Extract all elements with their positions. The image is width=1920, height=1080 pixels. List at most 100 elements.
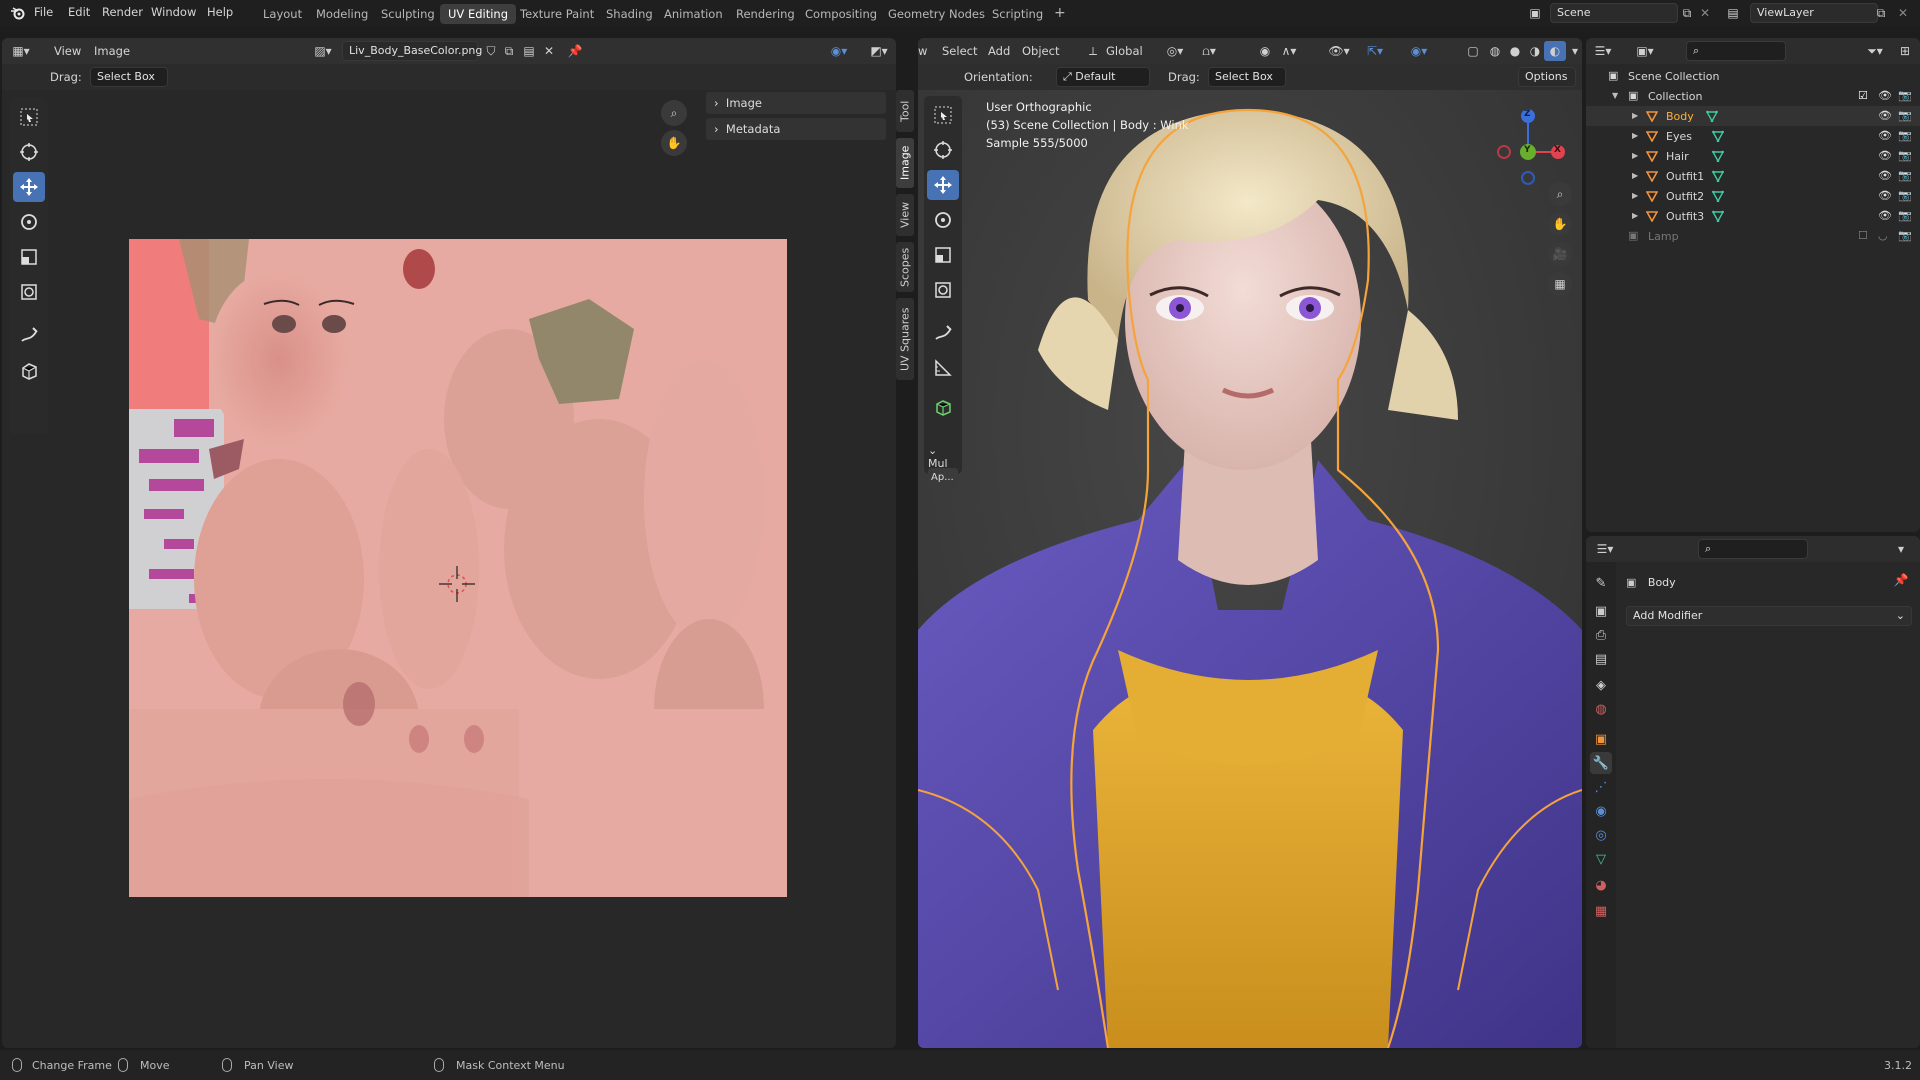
select-box-tool-icon[interactable] [13, 102, 45, 132]
panel-image[interactable]: › Image [706, 92, 886, 114]
tab-shading[interactable]: Shading [598, 4, 661, 24]
editor-type-icon[interactable]: ▦▾ [10, 41, 32, 61]
vp-select-box-tool-icon[interactable] [927, 100, 959, 130]
uv-menu-view[interactable]: View [54, 44, 81, 58]
lamp-checkbox-icon[interactable]: ☐ [1858, 229, 1868, 242]
image-name-field[interactable]: Liv_Body_BaseColor.png [342, 41, 482, 61]
visibility-icon[interactable]: 👁▾ [1328, 41, 1350, 61]
scene-selector-icon[interactable]: ▣ [1524, 3, 1546, 23]
properties-search-field[interactable]: ⌕ [1698, 539, 1808, 559]
mesh-data-icon[interactable] [1712, 190, 1724, 202]
properties-editor-type-icon[interactable]: ☰▾ [1594, 539, 1616, 559]
outliner-row-object[interactable]: ▶ Eyes 👁 📷 [1586, 126, 1920, 146]
menu-help[interactable]: Help [207, 5, 233, 19]
mesh-data-icon[interactable] [1712, 150, 1724, 162]
object-camera-icon[interactable]: 📷 [1898, 129, 1912, 142]
options-dropdown[interactable]: Options [1518, 67, 1576, 87]
outliner-row-collection[interactable]: ▼ ▣ Collection ☑ 👁 📷 [1586, 86, 1920, 106]
rendered-shading-icon[interactable]: ◐ [1544, 41, 1566, 61]
constraints-tab-icon[interactable]: ◎ [1590, 824, 1612, 846]
object-eye-icon[interactable]: 👁 [1878, 129, 1892, 142]
add-cube-tool-icon[interactable] [927, 392, 959, 422]
pin-icon[interactable]: 📌 [564, 41, 586, 61]
side-tab-image[interactable]: Image [896, 138, 914, 188]
expand-object-icon[interactable]: ▶ [1632, 171, 1638, 180]
viewport-overlays-icon[interactable]: ◉▾ [1408, 41, 1430, 61]
delete-scene-icon[interactable]: ✕ [1694, 3, 1716, 23]
delete-viewlayer-icon[interactable]: ✕ [1892, 3, 1914, 23]
snap-icon[interactable]: ⩍▾ [1198, 41, 1220, 61]
object-camera-icon[interactable]: 📷 [1898, 189, 1912, 202]
cursor-tool-icon[interactable] [13, 137, 45, 167]
new-viewlayer-icon[interactable]: ⧉ [1870, 3, 1892, 23]
tool-tab-icon[interactable]: ✎ [1590, 572, 1612, 594]
view-layer-tab-icon[interactable]: ▤ [1590, 648, 1612, 670]
world-tab-icon[interactable]: ◍ [1590, 698, 1612, 720]
mesh-data-icon[interactable] [1712, 130, 1724, 142]
object-eye-icon[interactable]: 👁 [1878, 169, 1892, 182]
object-tab-icon[interactable]: ▣ [1590, 728, 1612, 750]
add-workspace-button[interactable]: + [1046, 2, 1074, 22]
texture-tab-icon[interactable]: ▦ [1590, 900, 1612, 922]
add-modifier-button[interactable]: Add Modifier ⌄ [1626, 606, 1912, 626]
solid-shading-icon[interactable]: ● [1504, 41, 1526, 61]
physics-tab-icon[interactable]: ◉ [1590, 800, 1612, 822]
side-tab-uv-squares[interactable]: UV Squares [896, 298, 914, 380]
overlays-icon[interactable]: ◉▾ [828, 41, 850, 61]
expand-object-icon[interactable]: ▶ [1632, 151, 1638, 160]
tab-texture-paint[interactable]: Texture Paint [512, 4, 602, 24]
tab-scripting[interactable]: Scripting [984, 4, 1051, 24]
duplicate-image-icon[interactable]: ⧉ [498, 41, 520, 61]
material-shading-icon[interactable]: ◑ [1524, 41, 1546, 61]
vp-zoom-icon[interactable]: ⌕ [1548, 182, 1572, 206]
object-camera-icon[interactable]: 📷 [1898, 209, 1912, 222]
tab-sculpting[interactable]: Sculpting [373, 4, 443, 24]
object-eye-icon[interactable]: 👁 [1878, 109, 1892, 122]
viewlayer-name-field[interactable]: ViewLayer [1750, 3, 1878, 23]
object-camera-icon[interactable]: 📷 [1898, 149, 1912, 162]
transform-orientation-icon[interactable]: ⟂ [1082, 41, 1104, 61]
vp-rotate-tool-icon[interactable] [927, 205, 959, 235]
expand-object-icon[interactable]: ▶ [1632, 111, 1638, 120]
viewport-menu-select[interactable]: Select [942, 44, 977, 58]
redo-apply-button[interactable]: Ap... [928, 468, 958, 490]
tab-compositing[interactable]: Compositing [797, 4, 885, 24]
image-browse-icon[interactable]: ▨▾ [312, 41, 334, 61]
measure-tool-icon[interactable] [927, 353, 959, 383]
viewport-menu-object[interactable]: Object [1022, 44, 1059, 58]
object-camera-icon[interactable]: 📷 [1898, 169, 1912, 182]
object-eye-icon[interactable]: 👁 [1878, 209, 1892, 222]
redo-panel-header[interactable]: ⌄ Mul [924, 438, 962, 470]
vp-transform-tool-icon[interactable] [927, 275, 959, 305]
vp-move-tool-icon[interactable] [927, 170, 959, 200]
collection-eye-icon[interactable]: 👁 [1878, 89, 1892, 102]
mesh-data-icon[interactable] [1712, 210, 1724, 222]
material-tab-icon[interactable]: ◕ [1590, 874, 1612, 896]
expand-object-icon[interactable]: ▶ [1632, 191, 1638, 200]
output-tab-icon[interactable]: ⎙ [1590, 624, 1612, 646]
filter-icon[interactable]: ⏷▾ [1864, 41, 1886, 61]
object-camera-icon[interactable]: 📷 [1898, 109, 1912, 122]
outliner-row-object[interactable]: ▶ Body 👁 📷 [1586, 106, 1920, 126]
orientation-dropdown[interactable]: ⤢ Default [1056, 67, 1150, 87]
particles-tab-icon[interactable]: ⋰ [1590, 776, 1612, 798]
annotate-tool-icon[interactable] [13, 320, 45, 350]
viewport-menu-cut[interactable]: w [918, 44, 927, 58]
mesh-data-icon[interactable] [1706, 110, 1718, 122]
side-tab-view[interactable]: View [896, 194, 914, 236]
vp-cursor-tool-icon[interactable] [927, 135, 959, 165]
falloff-icon[interactable]: ∧▾ [1278, 41, 1300, 61]
render-tab-icon[interactable]: ▣ [1590, 600, 1612, 622]
tab-modeling[interactable]: Modeling [308, 4, 376, 24]
outliner-row-object[interactable]: ▶ Outfit1 👁 📷 [1586, 166, 1920, 186]
tab-animation[interactable]: Animation [656, 4, 731, 24]
xray-icon[interactable]: ▢ [1462, 41, 1484, 61]
transform-tool-icon[interactable] [13, 277, 45, 307]
menu-render[interactable]: Render [102, 5, 143, 19]
side-tab-scopes[interactable]: Scopes [896, 242, 914, 292]
tab-layout[interactable]: Layout [255, 4, 310, 24]
pivot-icon[interactable]: ◎▾ [1164, 41, 1186, 61]
ortho-grid-icon[interactable]: ▦ [1548, 272, 1572, 296]
properties-pin-icon[interactable]: 📌 [1890, 570, 1912, 590]
viewport-menu-add[interactable]: Add [988, 44, 1010, 58]
